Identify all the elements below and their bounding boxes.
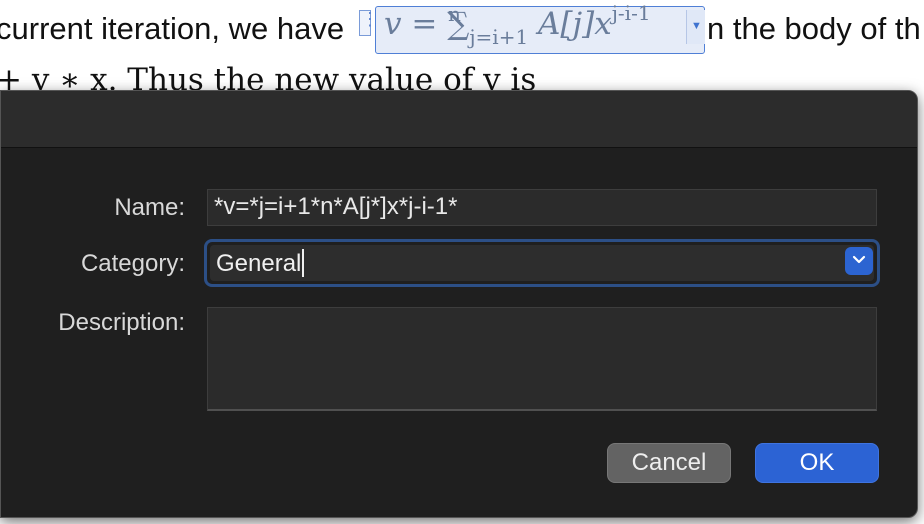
category-combobox[interactable]: General — [204, 239, 880, 287]
document-text-after-equation: n the body of th — [707, 11, 921, 47]
text-cursor — [302, 249, 305, 277]
document-text-before-equation: current iteration, we have — [0, 11, 345, 46]
chevron-down-icon — [852, 255, 866, 264]
category-label: Category: — [80, 250, 185, 277]
document-text-after-equation-span: n the body of th — [707, 11, 921, 46]
document-text-line-1: current iteration, we have — [0, 11, 344, 47]
dialog-titlebar[interactable] — [1, 91, 917, 148]
equation-drag-handle[interactable] — [359, 9, 379, 36]
category-input[interactable]: General — [210, 245, 874, 281]
name-label: Name: — [114, 194, 185, 221]
equation[interactable]: v = ∑j=i+1 n A[j]xj-i-1 — [384, 1, 651, 49]
equation-exponent: j-i-1 — [611, 1, 651, 25]
description-label: Description: — [58, 309, 185, 336]
new-equation-dialog: Name: *v=*j=i+1*n*A[j*]x*j-i-1* Category… — [0, 90, 918, 518]
cancel-button[interactable]: Cancel — [607, 443, 731, 483]
ok-button[interactable]: OK — [755, 443, 879, 483]
name-field-value: *v=*j=i+1*n*A[j*]x*j-i-1* — [214, 193, 458, 220]
category-value: General — [216, 250, 302, 277]
sum-lower-limit: j=i+1 — [469, 25, 529, 49]
sum-upper-limit: n — [448, 2, 461, 26]
name-field[interactable]: *v=*j=i+1*n*A[j*]x*j-i-1* — [207, 189, 877, 226]
description-field[interactable] — [207, 307, 877, 411]
equation-lhs: v = — [384, 6, 448, 42]
equation-body: A[j]x — [528, 6, 612, 42]
category-dropdown-button[interactable] — [845, 247, 873, 275]
equation-options-dropdown-icon[interactable] — [686, 10, 705, 44]
